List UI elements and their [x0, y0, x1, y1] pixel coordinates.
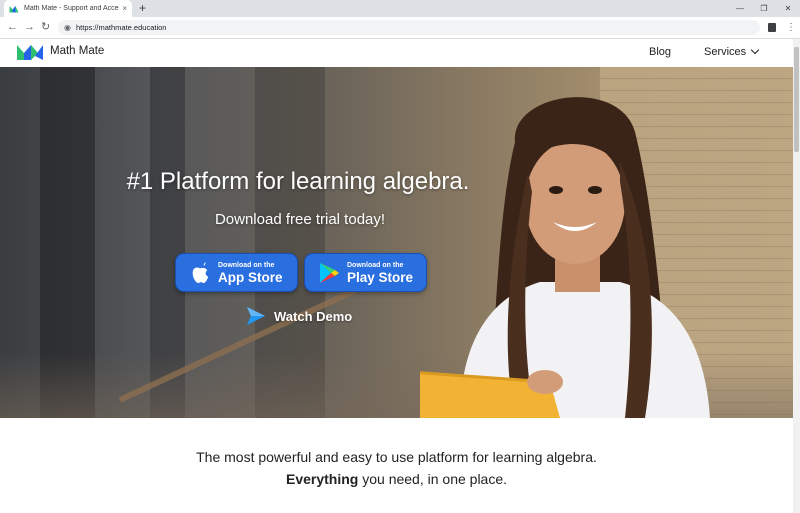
url-text: https://mathmate.education [75, 23, 167, 32]
browser-menu-icon[interactable]: ⋮ [786, 20, 796, 35]
play-store-small-label: Download on the [347, 261, 404, 269]
brand-name[interactable]: Math Mate [50, 45, 104, 57]
watch-demo-label: Watch Demo [274, 308, 353, 324]
favicon-icon [9, 5, 19, 12]
student-photo [420, 97, 710, 418]
browser-toolbar: ← → ↻ ◉ https://mathmate.education ⋮ [0, 17, 800, 39]
close-window-button[interactable]: ✕ [776, 0, 800, 17]
globe-icon: ◉ [64, 23, 71, 32]
play-store-button[interactable]: Download on the Play Store [304, 253, 427, 292]
restore-button[interactable]: ❐ [752, 0, 776, 17]
reload-button[interactable]: ↻ [41, 20, 50, 35]
address-bar[interactable]: ◉ https://mathmate.education [58, 20, 760, 35]
tagline: The most powerful and easy to use platfo… [0, 446, 793, 490]
watch-demo-button[interactable]: Watch Demo [246, 307, 352, 325]
page-scrollbar[interactable] [793, 39, 800, 513]
hero-headline: #1 Platform for learning algebra. [126, 168, 470, 195]
hero-section: #1 Platform for learning algebra. Downlo… [0, 67, 793, 418]
browser-tab-bar: Math Mate - Support and Accessi × + — ❐ … [0, 0, 800, 17]
hero-subhead: Download free trial today! [214, 211, 386, 228]
tagline-line-1: The most powerful and easy to use platfo… [196, 449, 597, 465]
nav-services-dropdown[interactable]: Services [704, 45, 760, 58]
site-header: Math Mate Blog Services [0, 39, 793, 67]
tab-close-icon[interactable]: × [122, 4, 127, 13]
new-tab-button[interactable]: + [139, 1, 146, 16]
google-play-icon [320, 262, 339, 283]
tab-title: Math Mate - Support and Accessi [24, 5, 120, 12]
app-store-button[interactable]: Download on the App Store [175, 253, 298, 292]
back-button[interactable]: ← [7, 20, 18, 35]
play-store-label: Play Store [347, 269, 414, 285]
nav-blog-link[interactable]: Blog [649, 46, 671, 58]
app-store-label: App Store [218, 269, 283, 285]
scrollbar-thumb[interactable] [794, 47, 799, 152]
apple-icon [192, 261, 209, 283]
math-mate-logo-icon[interactable] [16, 44, 44, 61]
chevron-down-icon [750, 45, 760, 55]
extension-icon[interactable] [768, 23, 776, 32]
tagline-line-2: Everything you need, in one place. [0, 468, 793, 490]
app-store-small-label: Download on the [218, 261, 275, 269]
minimize-button[interactable]: — [728, 0, 752, 17]
play-icon [247, 307, 265, 325]
tagline-line-2-rest: you need, in one place. [358, 471, 508, 487]
nav-services-label: Services [704, 46, 747, 58]
tagline-emphasis: Everything [285, 471, 359, 487]
browser-tab[interactable]: Math Mate - Support and Accessi × [4, 0, 132, 17]
window-controls: — ❐ ✕ [728, 0, 800, 17]
forward-button[interactable]: → [24, 20, 35, 35]
